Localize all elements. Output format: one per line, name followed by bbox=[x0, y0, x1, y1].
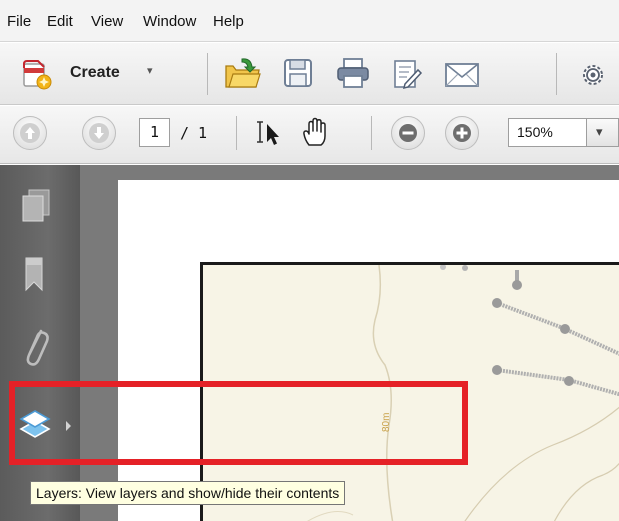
zoom-in-button[interactable] bbox=[445, 116, 479, 150]
create-button-label[interactable]: Create bbox=[70, 64, 120, 82]
highlight-box bbox=[9, 381, 468, 465]
zoom-out-icon bbox=[398, 123, 418, 148]
page-number-input[interactable]: 1 bbox=[139, 118, 170, 147]
page-count: / 1 bbox=[180, 124, 208, 142]
create-dropdown-caret[interactable]: ▾ bbox=[147, 64, 153, 77]
menu-help[interactable]: Help bbox=[213, 13, 244, 31]
toolbar-divider bbox=[236, 116, 237, 150]
next-page-icon bbox=[89, 123, 109, 143]
previous-page-button[interactable] bbox=[13, 116, 47, 150]
zoom-in-icon bbox=[452, 123, 472, 148]
menu-view[interactable]: View bbox=[91, 13, 123, 31]
edit-document-icon[interactable] bbox=[391, 58, 423, 95]
email-icon[interactable] bbox=[444, 61, 480, 94]
chevron-down-icon: ▾ bbox=[596, 124, 603, 139]
previous-page-icon bbox=[20, 123, 40, 143]
menu-file[interactable]: File bbox=[7, 13, 31, 31]
open-folder-icon[interactable] bbox=[224, 56, 262, 95]
menu-window[interactable]: Window bbox=[143, 13, 196, 31]
attachments-icon[interactable] bbox=[22, 325, 50, 376]
settings-gear-icon[interactable] bbox=[578, 60, 608, 95]
menu-edit[interactable]: Edit bbox=[47, 13, 73, 31]
save-icon[interactable] bbox=[282, 57, 314, 94]
toolbar-divider bbox=[371, 116, 372, 150]
zoom-dropdown-button[interactable]: ▾ bbox=[587, 118, 619, 147]
select-cursor-icon[interactable] bbox=[254, 118, 286, 153]
menu-bar: File Edit View Window Help bbox=[0, 0, 619, 42]
toolbar-divider bbox=[556, 53, 557, 95]
zoom-level-input[interactable]: 150% bbox=[508, 118, 587, 147]
toolbar-divider bbox=[207, 53, 208, 95]
hand-tool-icon[interactable] bbox=[300, 116, 330, 153]
bookmarks-icon[interactable] bbox=[23, 256, 45, 299]
create-pdf-icon[interactable] bbox=[21, 57, 53, 91]
page-thumbnails-icon[interactable] bbox=[20, 188, 52, 229]
print-icon[interactable] bbox=[335, 56, 371, 95]
zoom-out-button[interactable] bbox=[391, 116, 425, 150]
next-page-button[interactable] bbox=[82, 116, 116, 150]
layers-tooltip: Layers: View layers and show/hide their … bbox=[30, 481, 346, 505]
